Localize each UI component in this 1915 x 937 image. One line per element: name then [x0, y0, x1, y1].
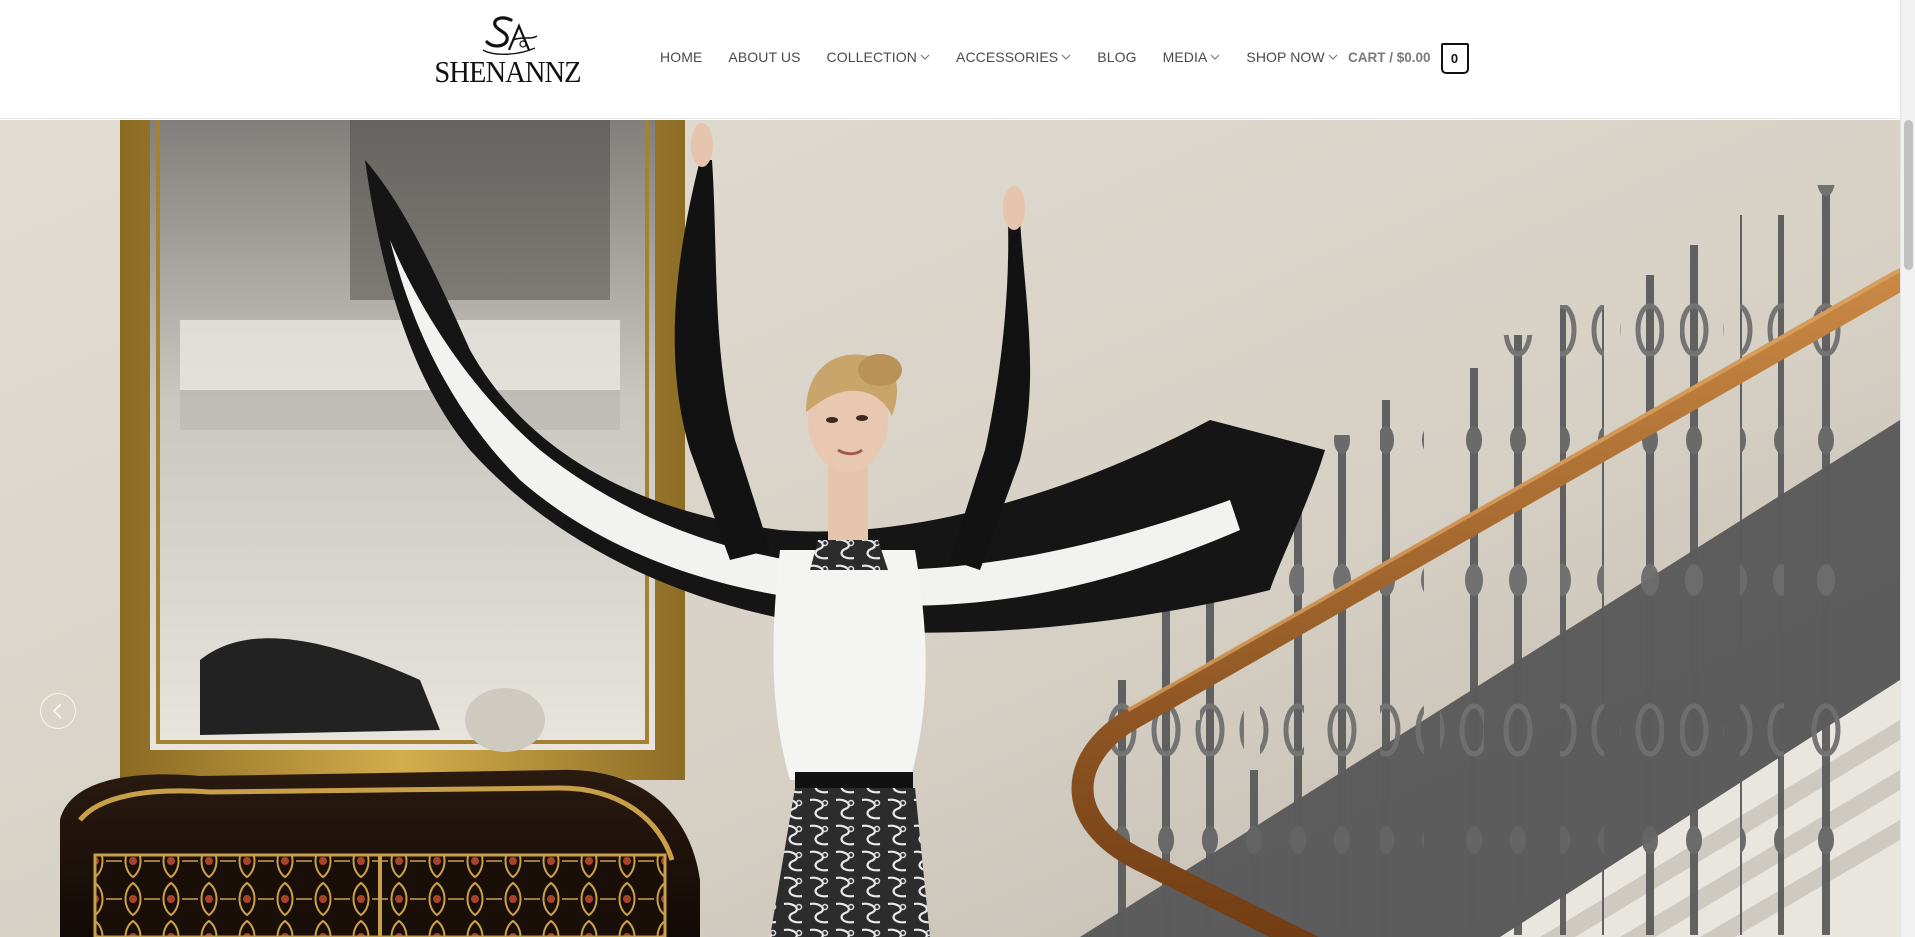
- cart-bag-icon[interactable]: 0: [1440, 42, 1469, 74]
- chevron-down-icon: [920, 54, 930, 60]
- hero-slider: [0, 120, 1900, 937]
- nav-item-label: ACCESSORIES: [956, 49, 1059, 65]
- cart-link[interactable]: CART / $0.00 0: [1348, 42, 1469, 74]
- nav-item-shop-now[interactable]: SHOP NOW: [1246, 42, 1338, 72]
- nav-item-label: BLOG: [1097, 49, 1137, 65]
- nav-item-media[interactable]: MEDIA: [1163, 42, 1221, 72]
- brand-logo[interactable]: SHENANNZ: [428, 14, 588, 98]
- scrollbar-thumb[interactable]: [1904, 120, 1913, 270]
- chevron-down-icon: [1328, 54, 1338, 60]
- nav-item-accessories[interactable]: ACCESSORIES: [956, 42, 1071, 72]
- nav-item-label: SHOP NOW: [1246, 49, 1325, 65]
- nav-item-blog[interactable]: BLOG: [1097, 42, 1136, 72]
- nav-item-collection[interactable]: COLLECTION: [827, 42, 930, 72]
- nav-item-label: MEDIA: [1162, 49, 1208, 65]
- logo-wordmark: SHENANNZ: [434, 54, 582, 89]
- monogram-icon: [482, 16, 538, 55]
- chevron-down-icon: [1210, 54, 1220, 60]
- chevron-down-icon: [1061, 54, 1071, 60]
- cart-total: CART / $0.00: [1348, 49, 1431, 65]
- nav-item-about-us[interactable]: ABOUT US: [728, 42, 800, 72]
- slider-prev-button[interactable]: [40, 693, 76, 729]
- nav-item-label: COLLECTION: [826, 49, 917, 65]
- site-header: SHENANNZ HOME ABOUT US COLLECTION ACCESS…: [0, 0, 1900, 119]
- nav-item-home[interactable]: HOME: [660, 42, 702, 72]
- chevron-left-icon: [52, 703, 62, 719]
- page-scrollbar[interactable]: [1900, 0, 1915, 937]
- hero-image: [0, 120, 1900, 937]
- main-navigation: HOME ABOUT US COLLECTION ACCESSORIES BLO…: [660, 42, 1364, 72]
- nav-item-label: HOME: [660, 49, 703, 65]
- cart-count-badge: 0: [1450, 50, 1459, 66]
- nav-item-label: ABOUT US: [728, 49, 801, 65]
